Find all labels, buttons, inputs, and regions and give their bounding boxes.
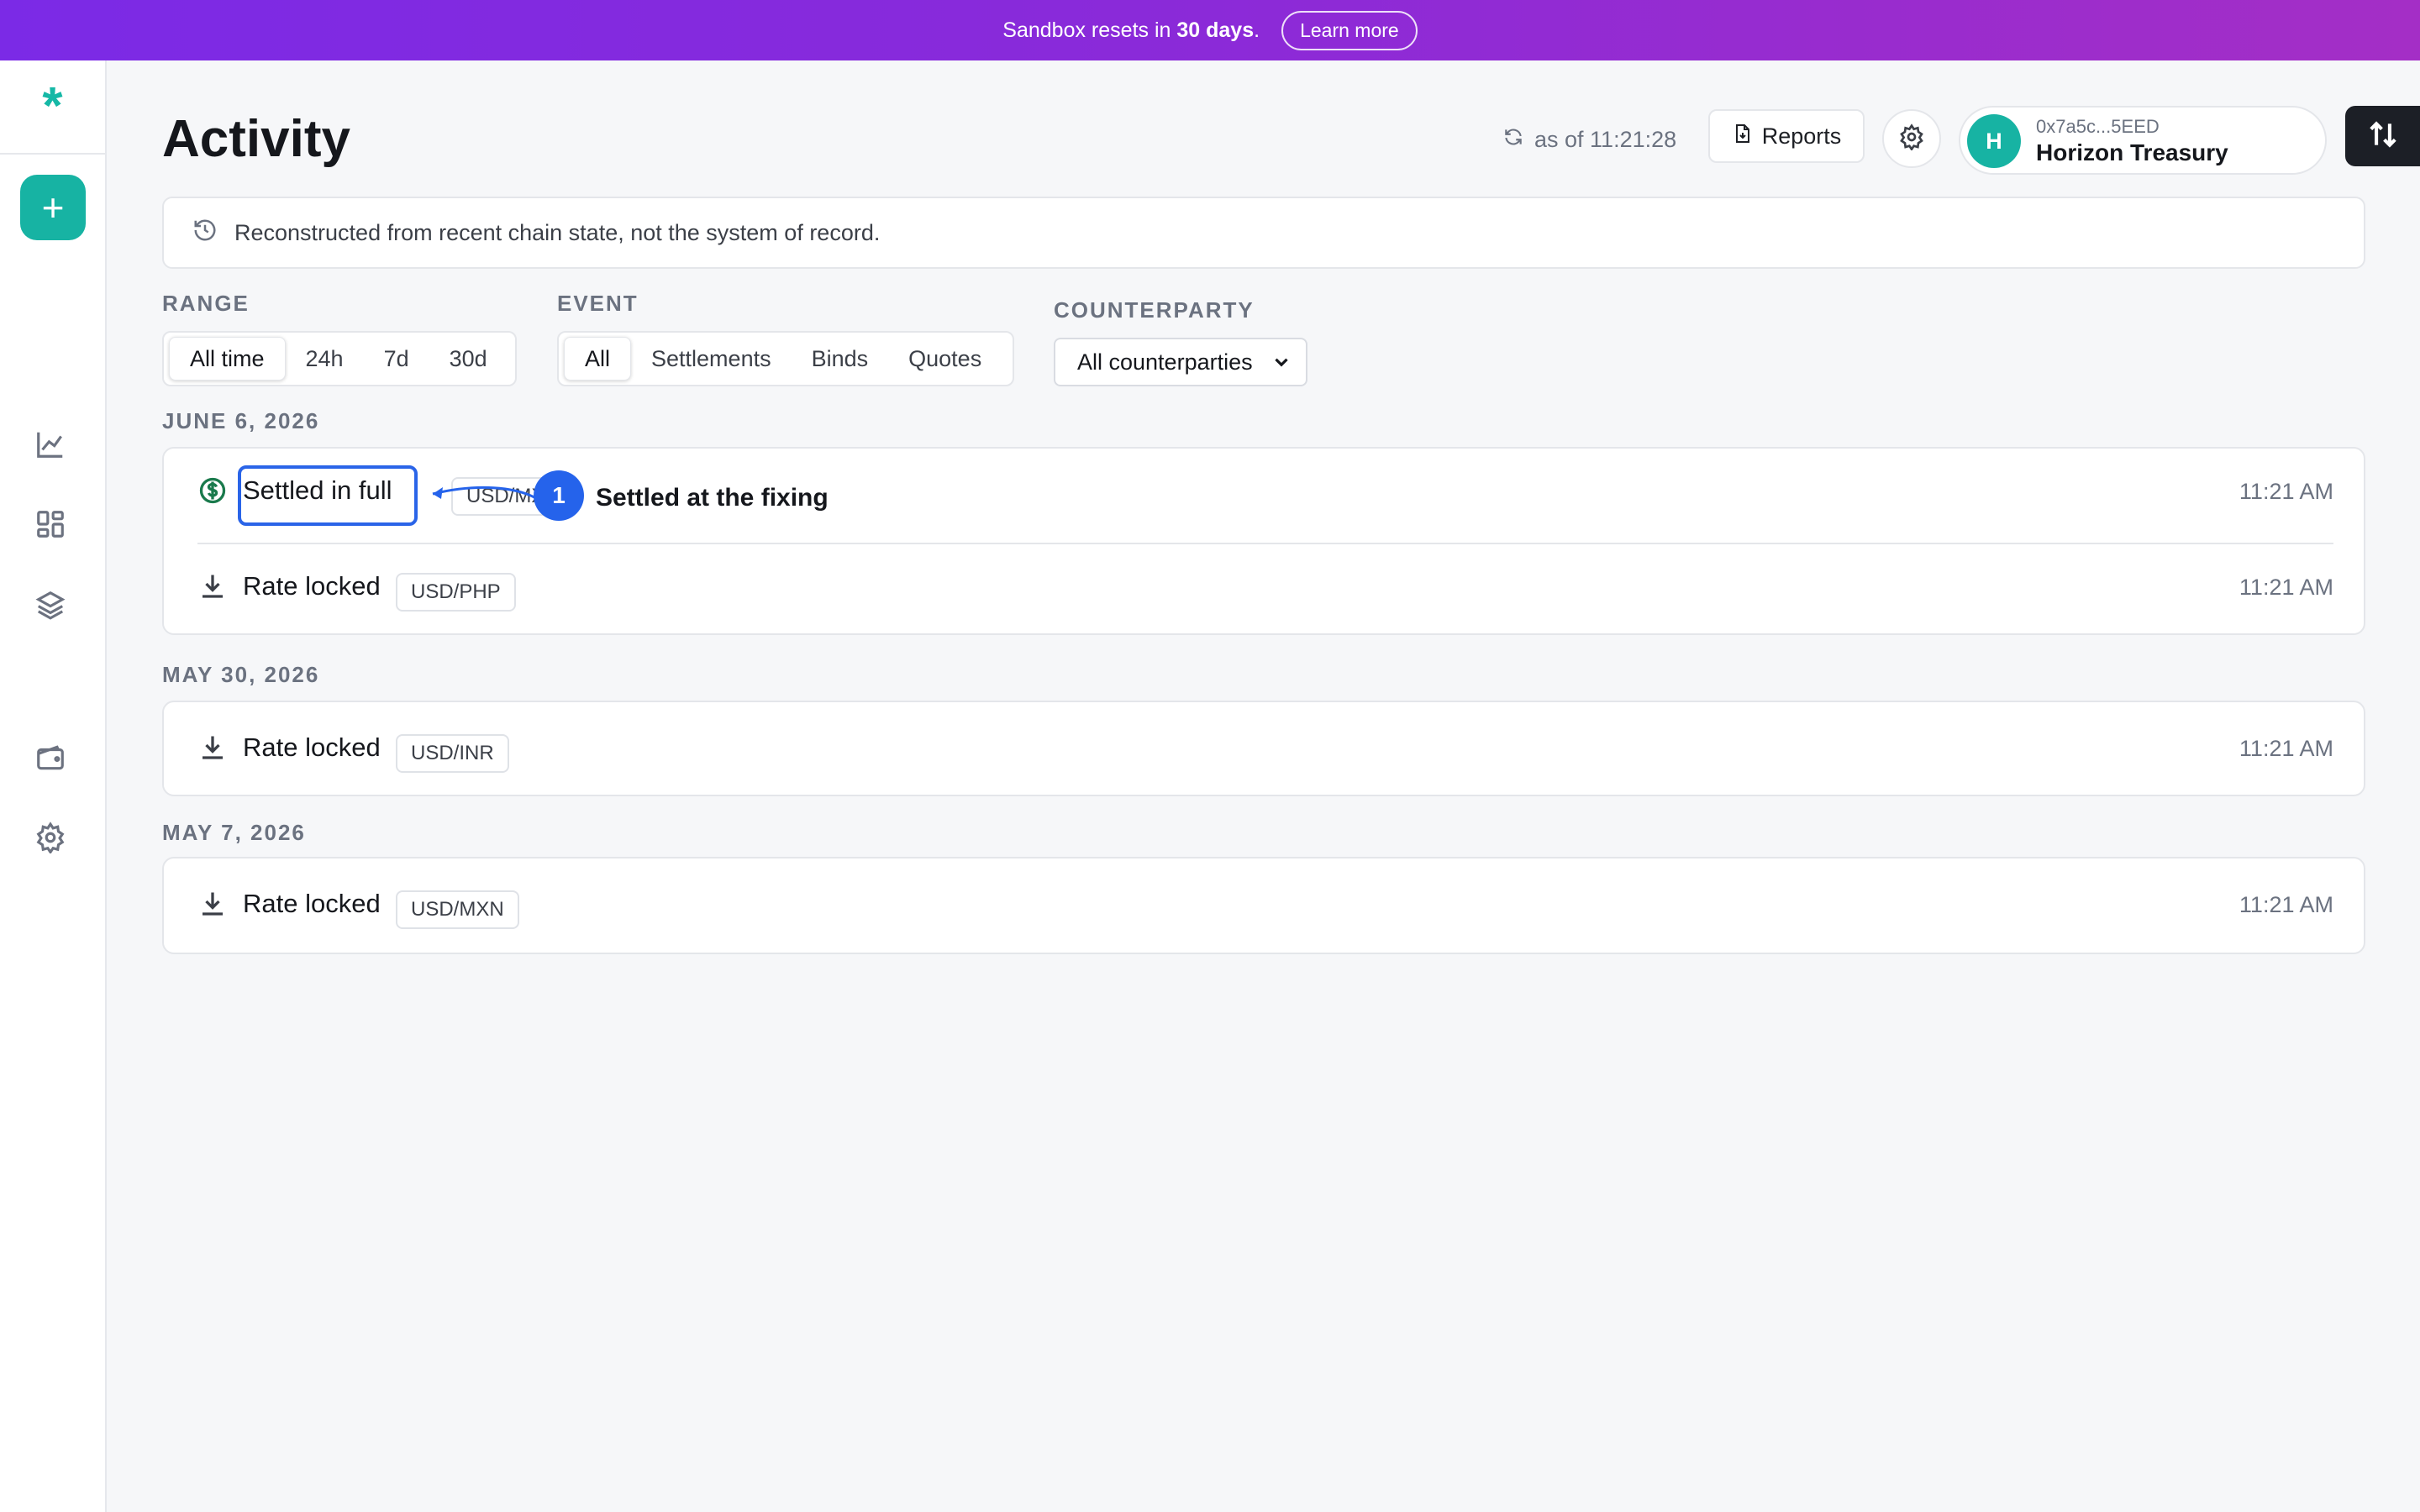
range-option-all-time[interactable]: All time <box>169 337 286 381</box>
swap-button[interactable] <box>2345 106 2420 166</box>
event-time: 11:21 AM <box>2238 736 2333 761</box>
refresh-status[interactable]: as of 11:21:28 <box>1502 126 1676 154</box>
dollar-circle-icon <box>197 475 228 506</box>
activity-card: Settled in full USD/MXN 11:21 AM 1 Settl… <box>162 447 2365 635</box>
history-icon <box>192 218 218 249</box>
download-icon <box>197 571 228 601</box>
avatar: H <box>1967 114 2021 168</box>
currency-pair-badge: USD/INR <box>396 734 509 773</box>
banner-text: Sandbox resets in 30 days. <box>1002 18 1260 42</box>
event-label: Rate locked <box>243 571 381 601</box>
event-label: EVENT <box>557 291 639 316</box>
annotation-arrow <box>432 486 541 502</box>
annotation-number-badge: 1 <box>534 470 584 521</box>
reports-button[interactable]: Reports <box>1708 109 1865 163</box>
annotation-highlight <box>238 465 418 526</box>
event-label: Rate locked <box>243 732 381 762</box>
activity-row[interactable]: Rate locked USD/INR 11:21 AM <box>197 714 2333 781</box>
currency-pair-badge: USD/PHP <box>396 573 516 612</box>
dashboard-icon[interactable] <box>32 506 69 543</box>
annotation-text: Settled at the fixing <box>596 484 829 512</box>
report-file-icon <box>1732 123 1752 150</box>
event-option-binds[interactable]: Binds <box>792 337 889 381</box>
add-button[interactable]: + <box>20 175 86 240</box>
layers-icon[interactable] <box>32 586 69 623</box>
range-option-30d[interactable]: 30d <box>429 337 508 381</box>
settings-button[interactable] <box>1882 109 1941 168</box>
row-divider <box>197 543 2333 544</box>
notice-text: Reconstructed from recent chain state, n… <box>234 219 881 245</box>
activity-card: Rate locked USD/INR 11:21 AM <box>162 701 2365 796</box>
event-option-quotes[interactable]: Quotes <box>888 337 1002 381</box>
counterparty-label: COUNTERPARTY <box>1054 297 1255 323</box>
range-option-24h[interactable]: 24h <box>286 337 364 381</box>
wallet-icon[interactable] <box>32 739 69 776</box>
range-label: RANGE <box>162 291 250 316</box>
page-title: Activity <box>162 110 350 168</box>
event-label: Rate locked <box>243 889 381 918</box>
event-option-all[interactable]: All <box>564 337 632 381</box>
range-segmented-control: All time 24h 7d 30d <box>162 331 517 386</box>
event-segmented-control: All Settlements Binds Quotes <box>557 331 1014 386</box>
logo-area: * <box>0 60 105 155</box>
chevron-down-icon <box>1270 351 1292 373</box>
refresh-icon <box>1502 126 1524 154</box>
activity-card: Rate locked USD/MXN 11:21 AM <box>162 857 2365 954</box>
date-group-label: JUNE 6, 2026 <box>162 408 320 433</box>
account-name: Horizon Treasury <box>2036 139 2228 165</box>
currency-pair-badge: USD/MXN <box>396 890 519 929</box>
activity-row[interactable]: Rate locked USD/PHP 11:21 AM <box>197 553 2333 620</box>
account-address: 0x7a5c...5EED <box>2036 116 2160 137</box>
sandbox-banner: Sandbox resets in 30 days. Learn more <box>0 0 2420 60</box>
download-icon <box>197 732 228 763</box>
date-group-label: MAY 30, 2026 <box>162 662 320 687</box>
settings-icon[interactable] <box>32 819 69 856</box>
learn-more-button[interactable]: Learn more <box>1281 10 1418 50</box>
logo-asterisk-icon[interactable]: * <box>42 81 62 133</box>
account-switcher[interactable]: H 0x7a5c...5EED Horizon Treasury <box>1959 106 2327 175</box>
counterparty-select[interactable]: All counterparties <box>1054 338 1307 386</box>
as-of-text: as of 11:21:28 <box>1534 127 1677 152</box>
page-header: Activity as of 11:21:28 Reports H 0x7a5c… <box>162 106 2420 176</box>
chart-icon[interactable] <box>32 426 69 463</box>
swap-arrows-icon <box>2367 118 2399 155</box>
event-time: 11:21 AM <box>2238 575 2333 600</box>
event-time: 11:21 AM <box>2238 892 2333 917</box>
data-source-notice: Reconstructed from recent chain state, n… <box>162 197 2365 269</box>
event-option-settlements[interactable]: Settlements <box>631 337 792 381</box>
date-group-label: MAY 7, 2026 <box>162 820 306 845</box>
gear-icon <box>1898 123 1925 155</box>
activity-row[interactable]: Rate locked USD/MXN 11:21 AM <box>197 870 2333 937</box>
reports-label: Reports <box>1761 123 1842 149</box>
range-option-7d[interactable]: 7d <box>364 337 429 381</box>
event-time: 11:21 AM <box>2238 479 2333 504</box>
download-icon <box>197 889 228 919</box>
sidebar: * + <box>0 60 107 1512</box>
counterparty-value: All counterparties <box>1077 349 1253 375</box>
